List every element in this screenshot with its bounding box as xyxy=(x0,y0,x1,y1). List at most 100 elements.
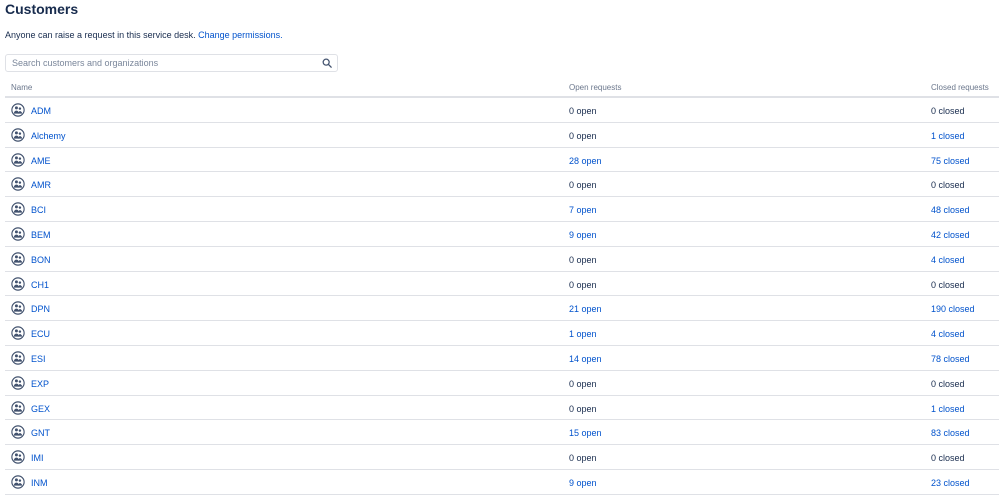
closed-requests-count: 0 closed xyxy=(931,106,965,116)
open-requests-count: 0 open xyxy=(569,453,597,464)
closed-requests-count[interactable]: 1 closed xyxy=(931,131,965,142)
organization-icon-svg xyxy=(11,400,25,415)
table-header: Name Open requests Closed requests xyxy=(5,80,999,98)
organization-name-link[interactable]: INM xyxy=(31,478,48,489)
organization-name-link[interactable]: ECU xyxy=(31,329,50,340)
open-requests-count[interactable]: 15 open xyxy=(569,428,602,439)
organization-name-link[interactable]: BON xyxy=(31,255,51,266)
search-input[interactable] xyxy=(6,55,322,71)
open-requests-count: 0 open xyxy=(569,106,597,116)
table-row: INM 9 open 23 closed xyxy=(5,470,999,495)
open-requests-count[interactable]: 1 open xyxy=(569,329,597,340)
customers-page: Customers Anyone can raise a request in … xyxy=(0,0,999,497)
closed-requests-count[interactable]: 1 closed xyxy=(931,404,965,415)
organization-icon xyxy=(11,450,25,464)
organization-icon-svg xyxy=(11,351,25,365)
table-row: CH1 0 open 0 closed xyxy=(5,272,999,297)
table-row: BCI 7 open 48 closed xyxy=(5,197,999,222)
organization-icon-svg xyxy=(11,202,25,216)
closed-requests-count[interactable]: 4 closed xyxy=(931,329,965,340)
organization-icon xyxy=(11,475,25,489)
table-row: ESI 14 open 78 closed xyxy=(5,346,999,371)
customers-table: ADM 0 open 0 closed Alchemy 0 open 1 closed AM… xyxy=(5,98,999,495)
table-row: ADM 0 open 0 closed xyxy=(5,98,999,123)
open-requests-count: 0 open xyxy=(569,378,597,389)
organization-icon xyxy=(11,202,25,216)
organization-name-link[interactable]: ADM xyxy=(31,106,51,117)
organization-icon-svg xyxy=(11,276,25,291)
organization-name-link[interactable]: GEX xyxy=(31,404,50,415)
closed-requests-count[interactable]: 190 closed xyxy=(931,304,975,315)
table-row: Alchemy 0 open 1 closed xyxy=(5,123,999,148)
closed-requests-count: 0 closed xyxy=(931,279,965,290)
organization-icon xyxy=(11,103,25,117)
organization-name-link[interactable]: DPN xyxy=(31,304,50,315)
open-requests-count[interactable]: 21 open xyxy=(569,304,602,315)
organization-name-link[interactable]: BCI xyxy=(31,205,46,216)
table-row: EXP 0 open 0 closed xyxy=(5,371,999,396)
closed-requests-count[interactable]: 75 closed xyxy=(931,156,970,167)
table-row: AMR 0 open 0 closed xyxy=(5,172,999,198)
open-requests-count[interactable]: 9 open xyxy=(569,230,597,241)
organization-icon-svg xyxy=(11,475,25,489)
table-row: ECU 1 open 4 closed xyxy=(5,321,999,346)
organization-name-link[interactable]: CH1 xyxy=(31,280,49,291)
closed-requests-count[interactable]: 78 closed xyxy=(931,354,970,365)
organization-icon xyxy=(11,227,25,241)
organization-icon xyxy=(11,376,25,390)
open-requests-count: 0 open xyxy=(569,180,597,191)
open-requests-count: 0 open xyxy=(569,279,597,290)
table-row: DPN 21 open 190 closed xyxy=(5,296,999,322)
table-row: AME 28 open 75 closed xyxy=(5,148,999,173)
organization-icon-svg xyxy=(11,103,25,117)
organization-icon xyxy=(11,276,25,291)
organization-name-link[interactable]: IMI xyxy=(31,453,44,464)
table-row: IMI 0 open 0 closed xyxy=(5,445,999,470)
organization-icon-svg xyxy=(11,128,25,142)
closed-requests-count[interactable]: 48 closed xyxy=(931,205,970,216)
organization-icon xyxy=(11,400,25,415)
organization-name-link[interactable]: GNT xyxy=(31,428,50,439)
organization-name-link[interactable]: AMR xyxy=(31,180,51,191)
search-icon[interactable] xyxy=(322,58,332,68)
change-permissions-link[interactable]: Change permissions. xyxy=(198,30,283,40)
organization-name-link[interactable]: BEM xyxy=(31,230,51,241)
table-row: GEX 0 open 1 closed xyxy=(5,396,999,421)
closed-requests-count[interactable]: 42 closed xyxy=(931,230,970,241)
organization-icon xyxy=(11,177,25,192)
closed-requests-count[interactable]: 4 closed xyxy=(931,255,965,266)
organization-name-link[interactable]: EXP xyxy=(31,379,49,390)
organization-icon-svg xyxy=(11,152,25,167)
closed-requests-count: 0 closed xyxy=(931,378,965,389)
open-requests-count: 0 open xyxy=(569,254,597,265)
open-requests-count[interactable]: 14 open xyxy=(569,354,602,365)
organization-name-link[interactable]: Alchemy xyxy=(31,131,66,142)
closed-requests-count[interactable]: 23 closed xyxy=(931,478,970,489)
table-row: GNT 15 open 83 closed xyxy=(5,420,999,446)
closed-requests-count: 0 closed xyxy=(931,180,965,191)
organization-icon xyxy=(11,252,25,266)
organization-icon xyxy=(11,152,25,167)
column-header-open-requests[interactable]: Open requests xyxy=(569,83,621,92)
closed-requests-count[interactable]: 83 closed xyxy=(931,428,970,439)
search-box xyxy=(5,54,338,72)
organization-icon xyxy=(11,326,25,340)
organization-icon-svg xyxy=(11,425,25,440)
table-row: BEM 9 open 42 closed xyxy=(5,222,999,247)
organization-icon xyxy=(11,301,25,316)
open-requests-count[interactable]: 9 open xyxy=(569,478,597,489)
organization-icon-svg xyxy=(11,450,25,464)
open-requests-count[interactable]: 28 open xyxy=(569,156,602,167)
page-title: Customers xyxy=(5,1,79,17)
organization-icon xyxy=(11,351,25,365)
column-header-name[interactable]: Name xyxy=(11,83,32,92)
closed-requests-count: 0 closed xyxy=(931,453,965,464)
organization-name-link[interactable]: ESI xyxy=(31,354,46,365)
table-row: BON 0 open 4 closed xyxy=(5,247,999,272)
organization-name-link[interactable]: AME xyxy=(31,156,51,167)
description-text: Anyone can raise a request in this servi… xyxy=(5,30,196,40)
open-requests-count: 0 open xyxy=(569,403,597,414)
organization-icon-svg xyxy=(11,252,25,266)
open-requests-count[interactable]: 7 open xyxy=(569,205,597,216)
column-header-closed-requests[interactable]: Closed requests xyxy=(931,83,989,92)
